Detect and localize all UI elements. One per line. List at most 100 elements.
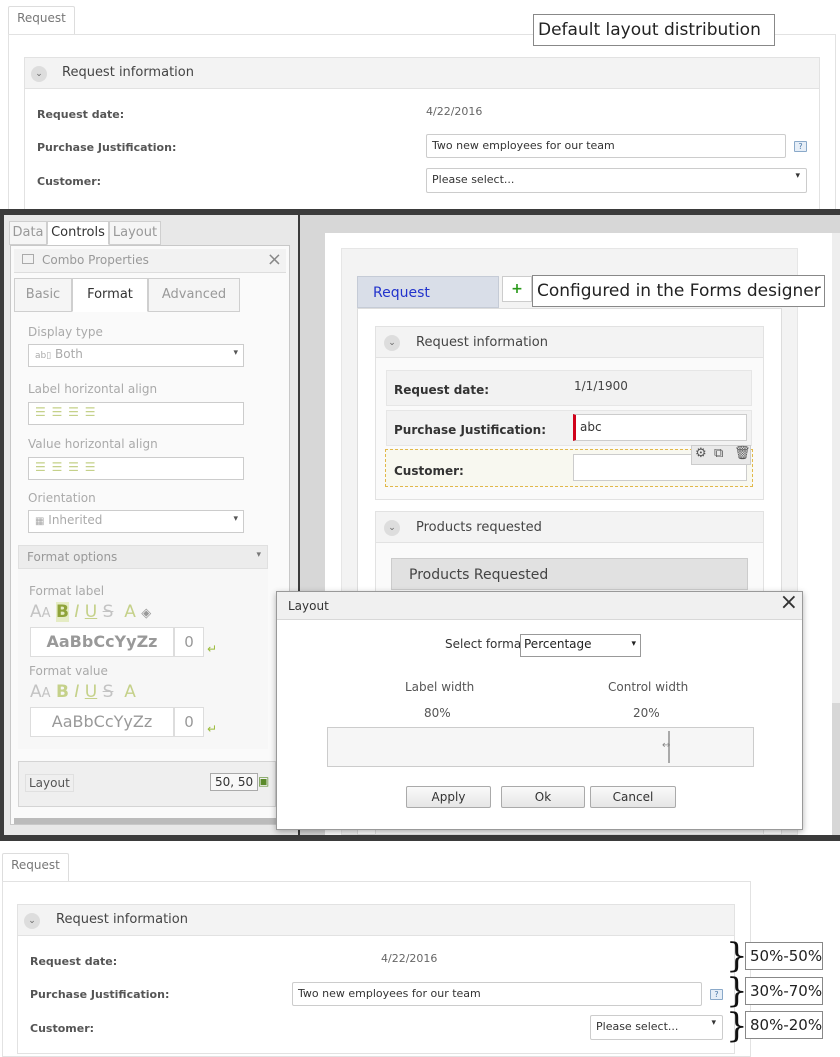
help-icon[interactable]: ? — [794, 141, 807, 152]
strike-icon[interactable]: S — [103, 602, 114, 622]
bottom-section-header[interactable]: ⌄ Request information — [17, 904, 735, 936]
chevron-down-icon[interactable]: ⌄ — [24, 913, 40, 929]
align-icons[interactable]: ☰ ☰ ☰ ☰ — [35, 460, 96, 474]
customer-label: Customer: — [37, 175, 102, 188]
bottom-request-tab[interactable]: Request — [2, 853, 69, 882]
font-toolbar-label[interactable]: AA B I U S A ◈ — [30, 602, 151, 622]
purchase-justification-label: Purchase Justification: — [37, 141, 177, 154]
prop-tab-advanced[interactable]: Advanced — [148, 278, 240, 312]
customer-select[interactable]: Please select... ▾ — [426, 168, 807, 193]
horizontal-scrollbar[interactable] — [14, 818, 276, 824]
purchase-justification-input[interactable]: Two new employees for our team — [426, 134, 786, 158]
top-section-header[interactable]: ⌄ Request information — [24, 57, 820, 89]
select-value: Percentage — [524, 637, 592, 651]
select-format-label: Select format — [445, 637, 526, 651]
reset-icon[interactable]: ↵ — [207, 642, 217, 656]
customer-label: Customer: — [30, 1022, 95, 1035]
dialog-title: Layout — [288, 599, 329, 613]
section-title: Products requested — [416, 520, 542, 535]
request-date-value: 1/1/1900 — [574, 379, 628, 393]
font-shrink-icon[interactable]: A — [42, 686, 51, 701]
chevron-down-icon[interactable]: ⌄ — [384, 335, 400, 351]
reset-icon[interactable]: ↵ — [207, 722, 217, 736]
help-icon[interactable]: ? — [710, 989, 723, 1000]
orientation-label: Orientation — [28, 491, 96, 505]
italic-icon[interactable]: I — [74, 602, 79, 622]
align-icons[interactable]: ☰ ☰ ☰ ☰ — [35, 405, 96, 419]
both-icon: ab▯ — [35, 351, 52, 361]
properties-title: Combo Properties — [42, 253, 149, 267]
canvas-request-tab[interactable]: Request — [357, 276, 499, 308]
trash-icon[interactable]: 🗑 — [734, 446, 751, 461]
cancel-button[interactable]: Cancel — [590, 786, 676, 808]
callout-ratio-2: 30%-70% — [745, 977, 823, 1005]
font-grow-icon[interactable]: A — [30, 682, 42, 702]
prop-tab-format[interactable]: Format — [72, 278, 148, 312]
orientation-icon: ▦ — [35, 516, 45, 527]
value-align-buttons[interactable]: ☰ ☰ ☰ ☰ — [28, 457, 244, 480]
callout-default-layout: Default layout distribution — [533, 14, 775, 46]
edit-layout-icon[interactable]: ▣ — [258, 774, 269, 788]
italic-icon[interactable]: I — [74, 682, 79, 702]
top-request-tab[interactable]: Request — [8, 6, 75, 34]
format-value-title: Format value — [29, 664, 108, 678]
bold-icon[interactable]: B — [55, 602, 69, 622]
layout-property-value[interactable]: 50, 50 — [210, 773, 259, 791]
underline-icon[interactable]: U — [85, 602, 97, 622]
gear-icon[interactable]: ⚙ — [695, 446, 707, 461]
display-type-select[interactable]: ab▯ Both ▾ — [28, 344, 244, 367]
font-color-icon[interactable]: A — [124, 682, 136, 702]
dropdown-arrow-icon: ▾ — [233, 514, 238, 524]
label-align-buttons[interactable]: ☰ ☰ ☰ ☰ — [28, 402, 244, 425]
purchase-justification-label: Purchase Justification: — [30, 988, 170, 1001]
format-options-header[interactable]: Format options ▾ — [18, 545, 268, 569]
purchase-justification-input[interactable]: abc — [573, 414, 747, 441]
tab-label: Request — [11, 858, 60, 872]
slider-handle[interactable]: ↔ — [662, 731, 670, 763]
select-format-dropdown[interactable]: Percentage ▾ — [520, 634, 641, 657]
dropdown-arrow-icon: ▾ — [256, 550, 261, 560]
tab-data[interactable]: Data — [9, 221, 47, 245]
close-icon[interactable]: × — [780, 590, 798, 615]
request-date-label: Request date: — [37, 108, 125, 121]
properties-header: Combo Properties × — [14, 249, 286, 273]
close-icon[interactable]: × — [267, 249, 282, 270]
vertical-scrollbar[interactable] — [832, 233, 840, 703]
customer-select[interactable]: Please select... ▾ — [590, 1015, 723, 1040]
canvas-section2-header[interactable]: ⌄ Products requested — [375, 511, 764, 543]
format-label-title: Format label — [29, 584, 105, 598]
font-toolbar-value[interactable]: AA B I U S A — [30, 682, 136, 702]
value-halign-label: Value horizontal align — [28, 437, 158, 451]
prop-tab-basic[interactable]: Basic — [14, 278, 72, 312]
purchase-justification-input[interactable]: Two new employees for our team — [292, 982, 702, 1006]
font-color-icon[interactable]: A — [124, 602, 136, 622]
label-width-value: 80% — [424, 706, 451, 720]
dialog-titlebar: Layout × — [277, 590, 802, 620]
label-font-sample: AaBbCcYyZz — [30, 627, 174, 657]
label-font-size[interactable]: 0 — [174, 627, 204, 657]
value-font-sample: AaBbCcYyZz — [30, 707, 174, 737]
format-options-title: Format options — [27, 550, 118, 564]
ok-button[interactable]: Ok — [501, 786, 585, 808]
width-slider-track[interactable]: ↔ — [327, 727, 754, 767]
add-tab-button[interactable]: + — [502, 276, 532, 302]
strike-icon[interactable]: S — [103, 682, 114, 702]
fill-color-icon[interactable]: ◈ — [141, 606, 151, 621]
underline-icon[interactable]: U — [85, 682, 97, 702]
combo-icon — [22, 254, 34, 264]
grid-title: Products Requested — [409, 567, 549, 583]
font-shrink-icon[interactable]: A — [42, 606, 51, 621]
copy-icon[interactable]: ⧉ — [714, 446, 723, 461]
chevron-down-icon[interactable]: ⌄ — [384, 520, 400, 536]
tab-controls[interactable]: Controls — [47, 221, 109, 245]
orientation-select[interactable]: ▦ Inherited ▾ — [28, 510, 244, 533]
control-width-value: 20% — [633, 706, 660, 720]
select-value: Please select... — [596, 1020, 679, 1033]
chevron-down-icon[interactable]: ⌄ — [31, 66, 47, 82]
canvas-section1-header[interactable]: ⌄ Request information — [375, 326, 764, 358]
bold-icon[interactable]: B — [56, 682, 69, 702]
value-font-size[interactable]: 0 — [174, 707, 204, 737]
font-grow-icon[interactable]: A — [30, 602, 42, 622]
apply-button[interactable]: Apply — [406, 786, 491, 808]
tab-layout[interactable]: Layout — [109, 221, 161, 245]
